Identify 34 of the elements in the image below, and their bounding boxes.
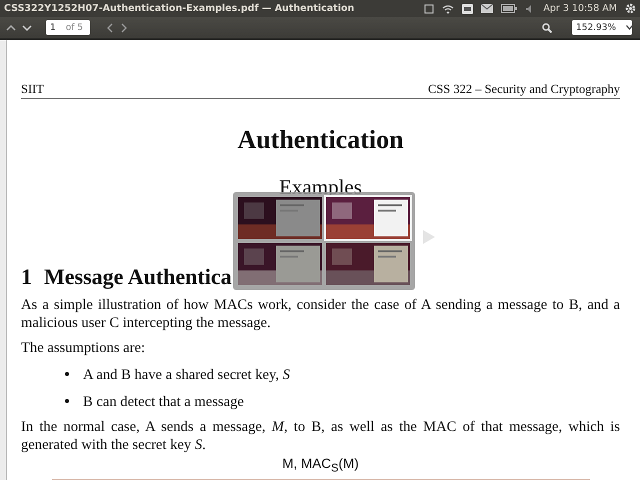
section-number: 1	[21, 265, 32, 289]
document-title: Authentication	[236, 125, 405, 155]
keyboard-icon[interactable]	[462, 4, 474, 14]
next-page-icon[interactable]	[22, 24, 32, 32]
workspace-thumbnail[interactable]	[326, 197, 410, 239]
workspace-thumbnail[interactable]	[238, 197, 322, 239]
page-header-right: CSS 322 – Security and Cryptography	[428, 82, 620, 97]
caret-icon	[626, 25, 634, 30]
mail-icon[interactable]	[481, 4, 494, 13]
battery-icon[interactable]	[501, 4, 518, 13]
clock[interactable]: Apr 3 10:58 AM	[543, 3, 617, 14]
wifi-icon[interactable]	[442, 4, 454, 14]
window-title: CSS322Y1252H07-Authentication-Examples.pdf — Authentication	[4, 3, 356, 14]
page-header-left: SIIT	[21, 82, 44, 97]
section-heading: Message Authentica	[44, 265, 232, 289]
bullet-item: A and B have a shared secret key, S	[83, 366, 290, 384]
paragraph: In the normal case, A sends a message, M, to B, as well as the MAC of that message, which is generated with the secret key S.	[21, 418, 620, 454]
workspace-thumbnail[interactable]	[326, 243, 410, 285]
settings-icon[interactable]	[625, 3, 636, 14]
previous-page-icon[interactable]	[6, 24, 16, 32]
forward-icon[interactable]	[120, 22, 128, 32]
zoom-dropdown[interactable]: 152.93%	[572, 20, 632, 35]
workspace-thumbnail[interactable]	[238, 243, 322, 285]
search-icon[interactable]	[542, 22, 552, 32]
bullet-item: B can detect that a message	[83, 393, 244, 411]
bullet-icon	[65, 399, 69, 403]
paragraph: The assumptions are:	[21, 339, 146, 357]
arrow-label: M, MAC$_{S}$(M)	[282, 457, 359, 476]
arrow-icon	[423, 230, 435, 244]
document-subtitle: Examples	[278, 175, 363, 199]
paragraph: As a simple illustration of how MACs work, consider the case of A sending a message to B, and a malicious user C intercepting the message.	[21, 296, 620, 332]
bullet-icon	[65, 372, 69, 376]
back-icon[interactable]	[106, 22, 114, 32]
page-field[interactable]: 1 of 5	[46, 20, 90, 35]
